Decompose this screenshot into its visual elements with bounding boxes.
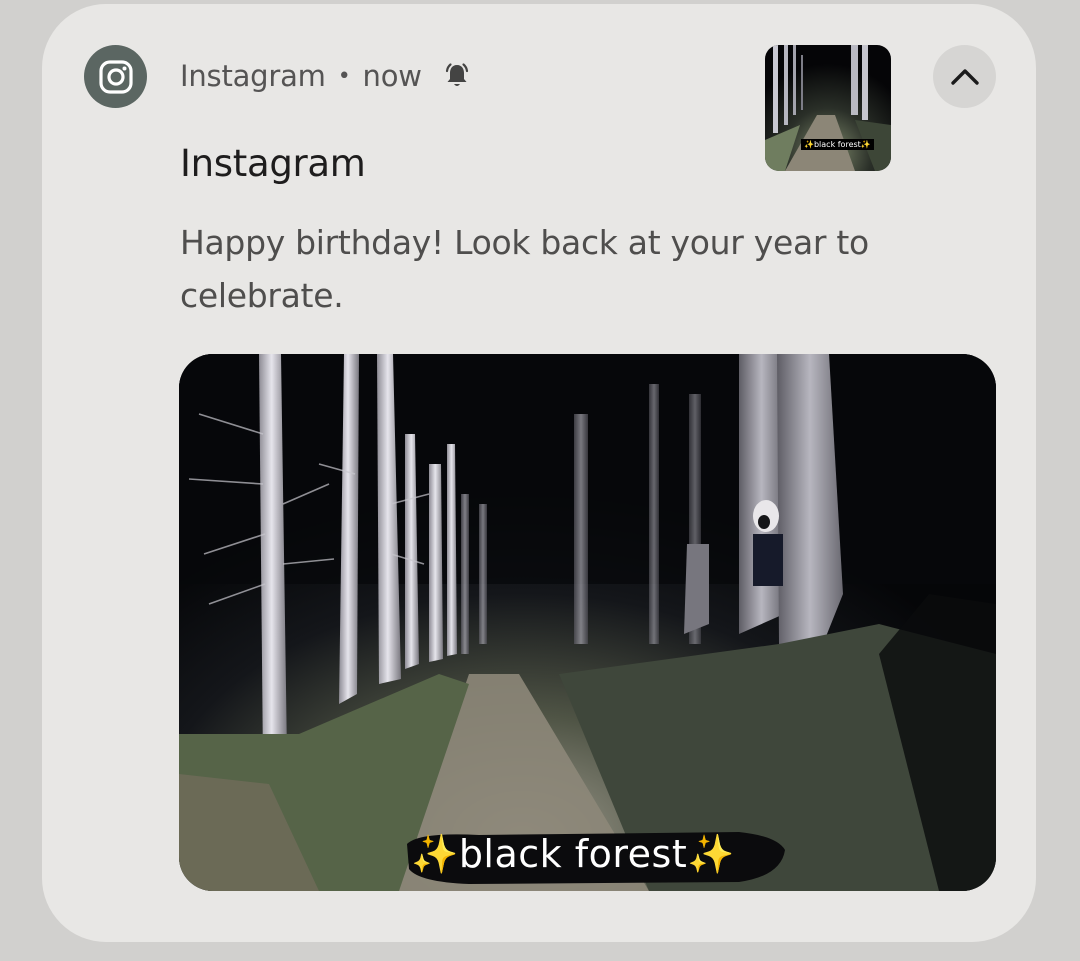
notification-header: Instagram • now <box>180 56 472 96</box>
notification-thumbnail: ✨black forest✨ <box>765 45 891 171</box>
image-caption: ✨black forest✨ <box>411 832 736 876</box>
chevron-up-icon <box>950 68 979 85</box>
notification-message: Happy birthday! Look back at your year t… <box>180 223 869 315</box>
app-name-label: Instagram <box>180 59 326 93</box>
timestamp-label: now <box>362 59 422 93</box>
expand-collapse-button[interactable] <box>933 45 996 108</box>
header-separator: • <box>337 63 351 89</box>
thumbnail-caption: ✨black forest✨ <box>801 139 874 150</box>
notification-image[interactable]: ✨black forest✨ <box>179 354 996 891</box>
notification-title: Instagram <box>180 142 366 185</box>
bell-alert-icon <box>442 61 472 91</box>
instagram-icon <box>84 45 147 108</box>
